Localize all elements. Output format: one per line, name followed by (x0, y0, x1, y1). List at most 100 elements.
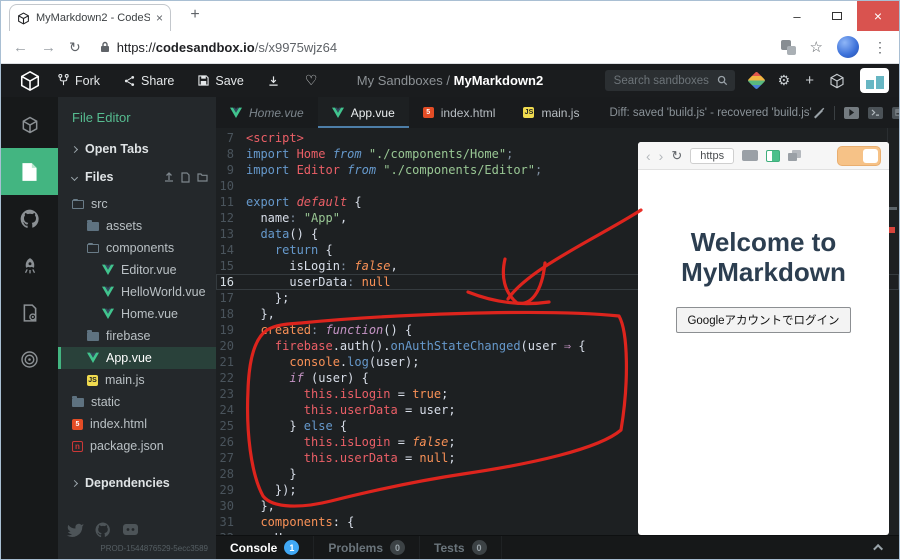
address-bar[interactable]: https://codesandbox.io/s/x9975wjz64 (100, 40, 337, 55)
scrollbar-thumb[interactable] (888, 207, 897, 210)
file-tree-item-index.html[interactable]: 5index.html (58, 413, 216, 435)
window-minimize-button[interactable]: – (777, 1, 817, 31)
browser-menu-icon[interactable]: ⋮ (873, 39, 887, 56)
save-button[interactable]: Save (198, 74, 244, 88)
preview-back-icon[interactable]: ‹ (646, 148, 651, 164)
rail-file-editor-icon[interactable] (1, 148, 58, 195)
file-tree-item-firebase[interactable]: firebase (58, 325, 216, 347)
line-number: 17 (216, 290, 246, 306)
forward-icon[interactable]: → (41, 39, 56, 56)
back-icon[interactable]: ← (13, 39, 28, 56)
line-number: 16 (216, 274, 246, 290)
file-tree-item-package.json[interactable]: npackage.json (58, 435, 216, 457)
share-button[interactable]: Share (124, 74, 174, 88)
new-folder-icon[interactable] (197, 172, 208, 182)
line-number: 22 (216, 370, 246, 386)
console-tab-tests[interactable]: Tests0 (420, 536, 501, 559)
gear-icon[interactable]: ⚙ (778, 72, 791, 89)
upload-icon[interactable] (164, 172, 174, 182)
tab-close-icon[interactable]: × (156, 12, 163, 24)
tab-home.vue[interactable]: Home.vue (216, 97, 318, 128)
vue-icon (332, 107, 344, 119)
rail-deploy-rocket-icon[interactable] (1, 242, 58, 289)
files-section[interactable]: Files (58, 163, 216, 191)
console-tab-label: Problems (328, 541, 383, 555)
open-tabs-section[interactable]: Open Tabs (58, 135, 216, 163)
preview-url-field[interactable]: https (690, 148, 734, 164)
console-tab-console[interactable]: Console1 (216, 536, 314, 559)
files-label: Files (85, 170, 114, 184)
rail-github-icon[interactable] (1, 195, 58, 242)
console-tab-problems[interactable]: Problems0 (314, 536, 420, 559)
twitter-icon[interactable] (66, 523, 84, 538)
tab-label: main.js (541, 106, 579, 120)
chevron-right-icon (71, 479, 78, 486)
search-input[interactable] (605, 70, 735, 91)
new-file-icon[interactable] (181, 172, 190, 183)
rail-config-files-icon[interactable] (1, 289, 58, 336)
discord-icon[interactable] (122, 523, 139, 537)
tab-index.html[interactable]: 5index.html (409, 97, 510, 128)
file-tree-item-components[interactable]: components (58, 237, 216, 259)
file-label: HelloWorld.vue (121, 285, 206, 299)
console-panel-icon[interactable] (892, 107, 900, 119)
line-number: 11 (216, 194, 246, 210)
tab-main.js[interactable]: JSmain.js (509, 97, 593, 128)
new-sandbox-icon[interactable]: + (805, 72, 814, 89)
profile-avatar[interactable] (837, 36, 859, 58)
google-login-button[interactable]: Googleアカウントでログイン (676, 307, 850, 333)
file-tree-item-static[interactable]: static (58, 391, 216, 413)
new-tab-button[interactable]: + (185, 6, 205, 24)
download-button[interactable] (268, 75, 279, 87)
open-preview-icon[interactable] (844, 107, 859, 119)
breadcrumb: My Sandboxes / MyMarkdown2 (357, 73, 543, 88)
window-close-button[interactable]: × (857, 1, 899, 31)
file-label: App.vue (106, 351, 152, 365)
line-number: 14 (216, 242, 246, 258)
tab-app.vue[interactable]: App.vue (318, 97, 409, 128)
github-icon[interactable] (95, 522, 111, 538)
file-tree-item-editor.vue[interactable]: Editor.vue (58, 259, 216, 281)
html-icon: 5 (423, 107, 434, 118)
file-tree: srcassetscomponentsEditor.vue HelloWorld.… (58, 193, 216, 457)
file-tree-item-assets[interactable]: assets (58, 215, 216, 237)
live-toggle[interactable] (837, 146, 881, 166)
padlock-icon (100, 41, 110, 53)
chevron-right-icon (71, 145, 78, 152)
chevron-down-icon (71, 173, 78, 180)
preview-forward-icon[interactable]: › (659, 148, 664, 164)
reload-icon[interactable]: ↻ (69, 39, 81, 56)
terminal-icon[interactable] (868, 107, 883, 119)
preview-screen-icon[interactable] (742, 150, 758, 161)
rail-project-icon[interactable] (1, 101, 58, 148)
rail-live-icon[interactable] (1, 336, 58, 383)
open-tabs-label: Open Tabs (85, 142, 149, 156)
count-badge: 0 (472, 540, 487, 555)
file-tree-item-helloworld.vue[interactable]: HelloWorld.vue (58, 281, 216, 303)
file-tree-item-home.vue[interactable]: Home.vue (58, 303, 216, 325)
preview-navbar: ‹ › ↻ https (638, 142, 889, 170)
chevron-up-icon[interactable] (873, 544, 883, 554)
new-window-icon[interactable] (788, 150, 801, 161)
dependencies-section[interactable]: Dependencies (58, 469, 216, 497)
sandbox-cube-icon[interactable] (829, 73, 845, 89)
split-view-icon[interactable] (766, 150, 780, 162)
fork-button[interactable]: Fork (58, 74, 100, 88)
window-maximize-button[interactable] (817, 1, 857, 31)
line-number: 29 (216, 482, 246, 498)
browser-tab[interactable]: MyMarkdown2 - CodeSandbo × (9, 4, 171, 31)
codesandbox-app: Fork Share Save ♡ My Sandboxes / MyMarkd… (1, 64, 899, 559)
bookmark-star-icon[interactable]: ☆ (810, 38, 823, 56)
preview-reload-icon[interactable]: ↻ (671, 148, 682, 164)
tab-label: App.vue (351, 106, 395, 120)
codesandbox-logo[interactable] (1, 70, 58, 92)
file-tree-item-src[interactable]: src (58, 193, 216, 215)
file-tree-item-main.js[interactable]: JSmain.js (58, 369, 216, 391)
prettify-brush-icon[interactable] (812, 106, 825, 119)
file-tree-item-app.vue[interactable]: App.vue (58, 347, 216, 369)
translate-icon[interactable] (781, 40, 796, 55)
stats-logo[interactable] (860, 68, 889, 93)
like-button[interactable]: ♡ (305, 72, 318, 89)
user-avatar-badge[interactable] (747, 71, 765, 89)
breadcrumb-root[interactable]: My Sandboxes (357, 73, 443, 88)
